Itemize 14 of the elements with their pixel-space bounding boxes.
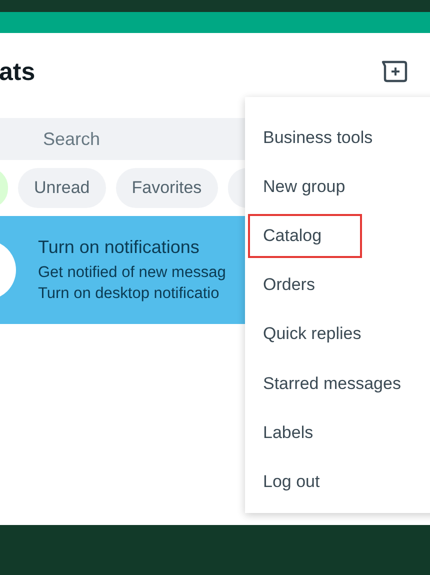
menu-item[interactable]: Starred messages — [248, 362, 415, 406]
menu-item[interactable]: Catalog — [248, 214, 362, 258]
banner-title: Turn on notifications — [38, 236, 200, 258]
chats-title: ats — [0, 58, 36, 86]
menu-item[interactable]: Orders — [248, 263, 329, 308]
new-chat-icon[interactable] — [380, 60, 408, 84]
menu-item[interactable]: Labels — [248, 410, 328, 455]
filter-chip[interactable]: Unread — [18, 168, 106, 208]
menu-item[interactable]: New group — [248, 164, 360, 209]
banner-text: Get notified of new messag — [38, 262, 226, 282]
menu-item[interactable]: Business tools — [248, 116, 387, 160]
filter-chip[interactable]: Favorites — [116, 168, 218, 208]
menu-item[interactable]: Log out — [248, 460, 334, 504]
banner-text: Turn on desktop notificatio — [38, 284, 220, 304]
